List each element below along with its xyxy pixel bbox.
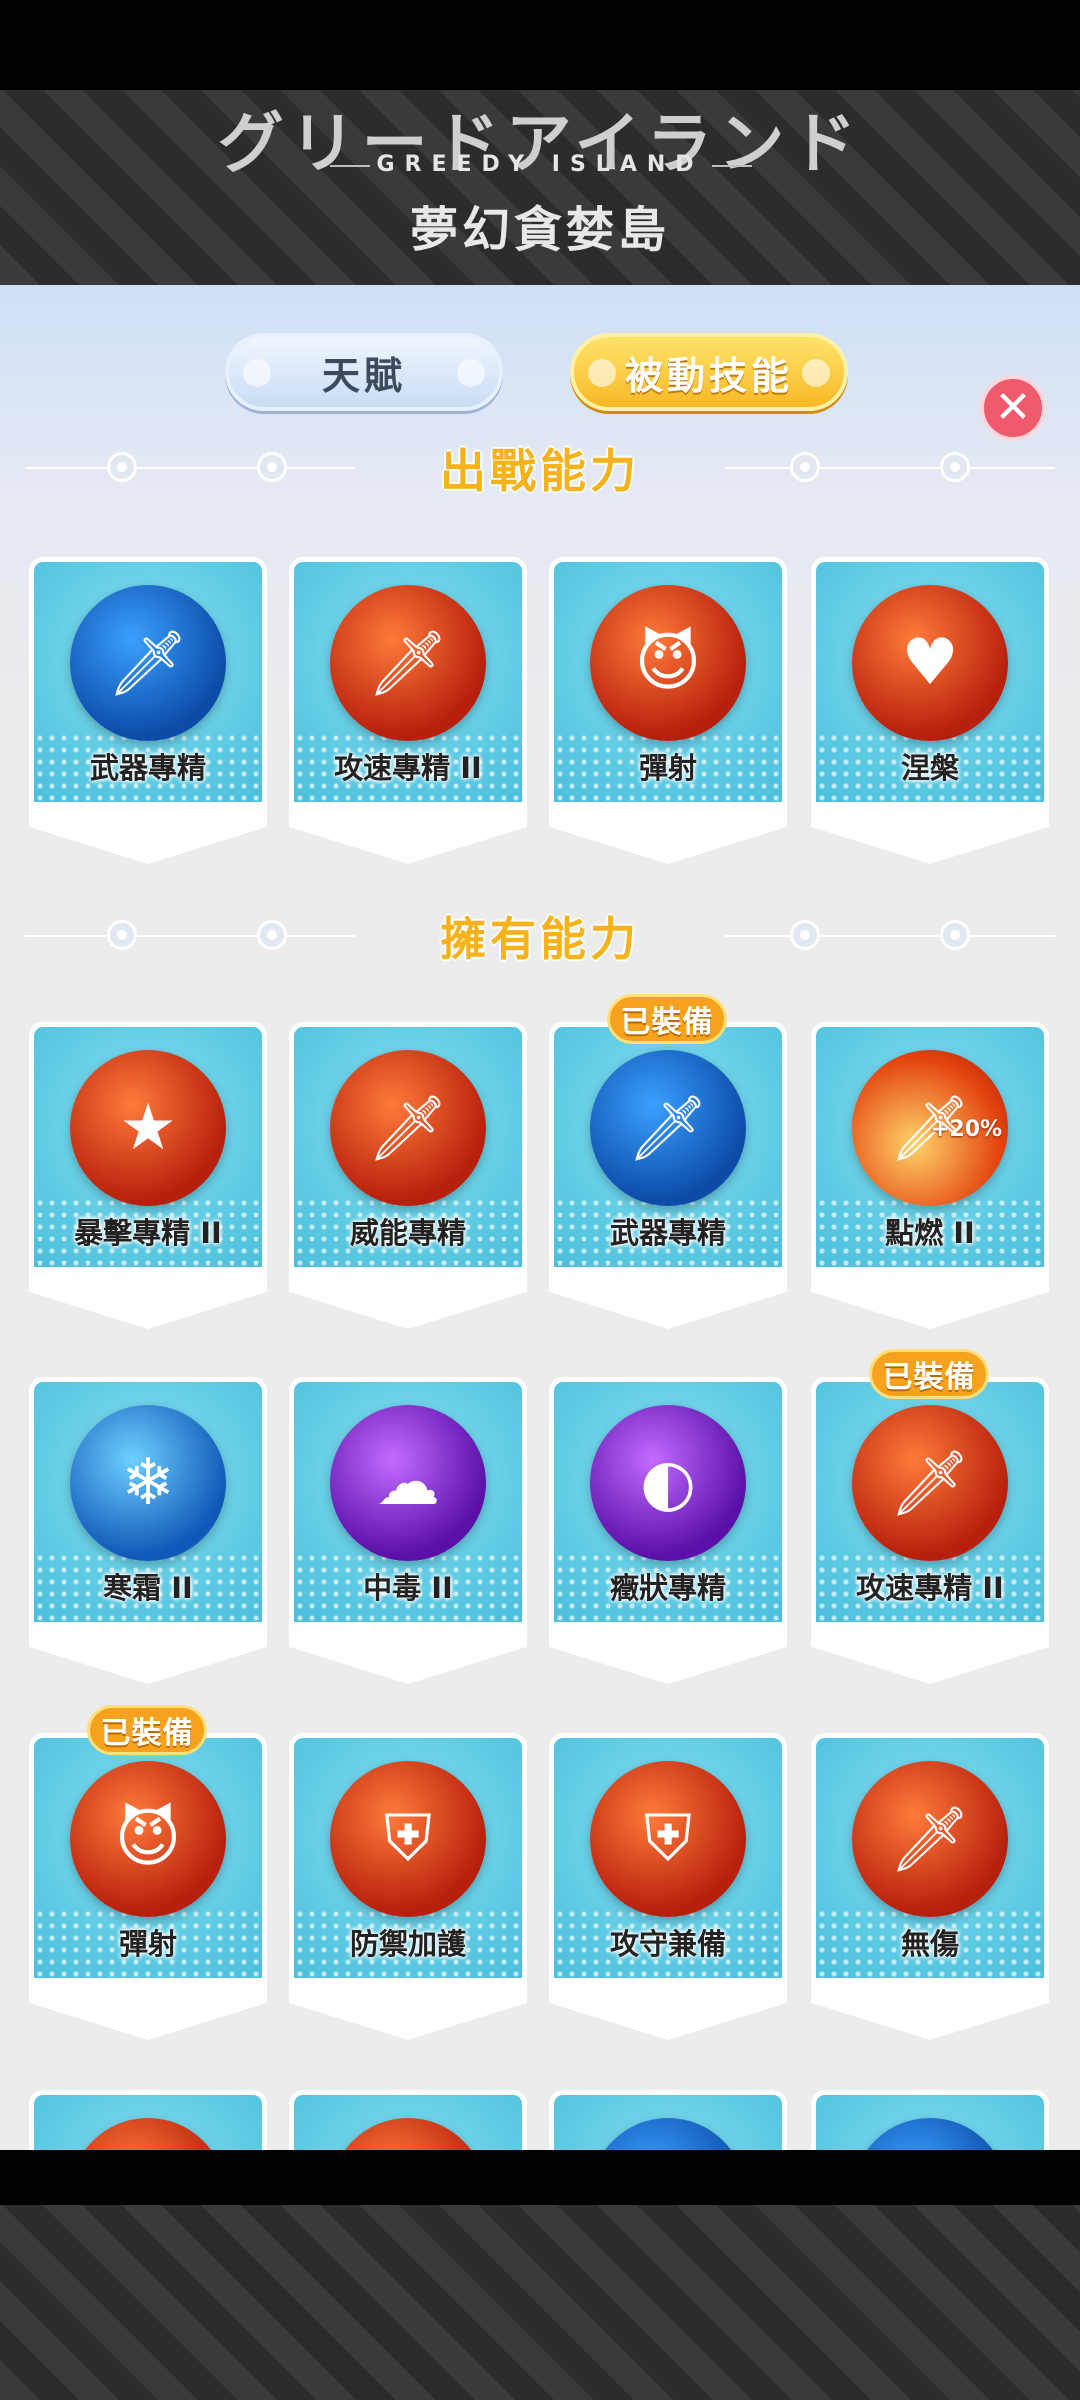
skill-label: 彈射 [638, 751, 697, 785]
divider [725, 467, 1055, 469]
owned-skill-card[interactable]: 😈 彈射 已裝備 [29, 1705, 267, 2043]
equipped-badge: 已裝備 [869, 1349, 989, 1399]
skill-label: 武器專精 [89, 751, 206, 785]
skill-label: 威能專精 [349, 1216, 466, 1250]
owned-skill-card[interactable]: ☁ 中毒 II [289, 1377, 527, 1687]
owned-skill-card[interactable]: 🗡 武器專精 已裝備 [549, 994, 787, 1332]
tab-deco-icon [457, 359, 485, 387]
bounce-icon: 😈 [590, 585, 746, 741]
card-ribbon [811, 1267, 1049, 1329]
deco-node-icon [790, 920, 820, 950]
card-ribbon [549, 1622, 787, 1684]
skill-label: 癥狀專精 [609, 1571, 726, 1605]
card-ribbon [811, 802, 1049, 864]
card-ribbon [811, 1978, 1049, 2040]
sword-speed-icon: 🗡 [852, 1405, 1008, 1561]
skill-label: 攻速專精 II [856, 1571, 1004, 1605]
deco-node-icon [790, 452, 820, 482]
game-banner: グリードアイランド GREEDY ISLAND 夢幻貪婪島 [0, 90, 1080, 285]
skill-label: 點燃 II [885, 1216, 975, 1250]
poison-icon: ☁ [330, 1405, 486, 1561]
skill-label: 攻速專精 II [334, 751, 482, 785]
card-ribbon [811, 1622, 1049, 1684]
card-ribbon [29, 1267, 267, 1329]
crit-star-icon: ★ [70, 1050, 226, 1206]
owned-skill-card[interactable]: 🗡 無傷 [811, 1733, 1049, 2043]
footer-pattern [0, 2205, 1080, 2400]
tab-deco-icon [588, 359, 616, 387]
equipped-badge: 已裝備 [87, 1705, 207, 1755]
tab-label: 被動技能 [624, 353, 793, 398]
battle-skill-card[interactable]: 😈 彈射 [549, 557, 787, 867]
card-ribbon [289, 802, 527, 864]
bounce-icon: 😈 [70, 1761, 226, 1917]
tab-label: 天賦 [321, 353, 406, 398]
equipped-badge: 已裝備 [607, 994, 727, 1044]
card-ribbon [289, 1267, 527, 1329]
tab-deco-icon [243, 359, 271, 387]
owned-skill-card[interactable]: ⛨ 防禦加護 [289, 1733, 527, 2043]
skill-label: 彈射 [118, 1927, 177, 1961]
skill-label: 暴擊專精 II [74, 1216, 222, 1250]
owned-skill-card[interactable]: 🗡 威能專精 [289, 1022, 527, 1332]
shield-icon: ⛨ [330, 1761, 486, 1917]
tab-deco-icon [802, 359, 830, 387]
deco-node-icon [940, 920, 970, 950]
sword-upgrade-icon: 🗡 [590, 1050, 746, 1206]
card-ribbon [29, 1622, 267, 1684]
skill-label: 中毒 II [363, 1571, 453, 1605]
divider [712, 165, 752, 167]
status-orb-icon: ◐ [590, 1405, 746, 1561]
sword-speed-icon: 🗡 [330, 585, 486, 741]
owned-skill-card[interactable]: ❄ 寒霜 II [29, 1377, 267, 1687]
skills-panel: 天賦 被動技能 ✕ 出戰能力 🗡 武器專精 🗡 攻速專精 II 😈 彈射 ♥ 涅… [0, 285, 1080, 2150]
card-ribbon [549, 1267, 787, 1329]
banner-title-cn: 夢幻貪婪島 [409, 202, 670, 258]
attack-defense-icon: ⛨ [590, 1761, 746, 1917]
owned-skill-card[interactable]: ◐ 癥狀專精 [549, 1377, 787, 1687]
owned-skill-card[interactable]: 🗡 攻速專精 II 已裝備 [811, 1349, 1049, 1687]
heart-revive-icon: ♥ [852, 585, 1008, 741]
battle-skill-card[interactable]: 🗡 攻速專精 II [289, 557, 527, 867]
card-ribbon [29, 1978, 267, 2040]
owned-skill-card[interactable]: 🗡 +20% 點燃 II [811, 1022, 1049, 1332]
skill-label: 武器專精 [609, 1216, 726, 1250]
sword-upgrade-icon: 🗡 [70, 585, 226, 741]
skill-label: 攻守兼備 [609, 1927, 726, 1961]
invincible-icon: 🗡 [852, 1761, 1008, 1917]
card-ribbon [549, 802, 787, 864]
battle-skill-card[interactable]: ♥ 涅槃 [811, 557, 1049, 867]
owned-skill-card[interactable] [549, 2090, 787, 2150]
close-icon: ✕ [994, 382, 1032, 433]
skill-label: 寒霜 II [103, 1571, 193, 1605]
skill-label: 涅槃 [900, 751, 959, 785]
card-ribbon [289, 1622, 527, 1684]
skill-label: 無傷 [900, 1927, 959, 1961]
bottom-band [0, 2150, 1080, 2205]
status-bar [0, 0, 1080, 90]
owned-skill-card[interactable]: ★ 暴擊專精 II [29, 1022, 267, 1332]
skill-label: 防禦加護 [349, 1927, 466, 1961]
deco-node-icon [940, 452, 970, 482]
tab-talent[interactable]: 天賦 [225, 333, 503, 411]
owned-skill-card[interactable]: ⛨ 攻守兼備 [549, 1733, 787, 2043]
card-ribbon [289, 1978, 527, 2040]
card-ribbon [29, 802, 267, 864]
owned-skill-card[interactable] [811, 2090, 1049, 2150]
tab-passive-skills[interactable]: 被動技能 [570, 333, 848, 411]
bonus-text: +20% [931, 1117, 1003, 1142]
owned-skill-card[interactable] [289, 2090, 527, 2150]
banner-title-en: GREEDY ISLAND [376, 152, 704, 177]
frost-icon: ❄ [70, 1405, 226, 1561]
divider [725, 935, 1055, 937]
owned-skill-card[interactable] [29, 2090, 267, 2150]
power-sword-icon: 🗡 [330, 1050, 486, 1206]
card-ribbon [549, 1978, 787, 2040]
battle-skill-card[interactable]: 🗡 武器專精 [29, 557, 267, 867]
close-button[interactable]: ✕ [980, 375, 1046, 441]
